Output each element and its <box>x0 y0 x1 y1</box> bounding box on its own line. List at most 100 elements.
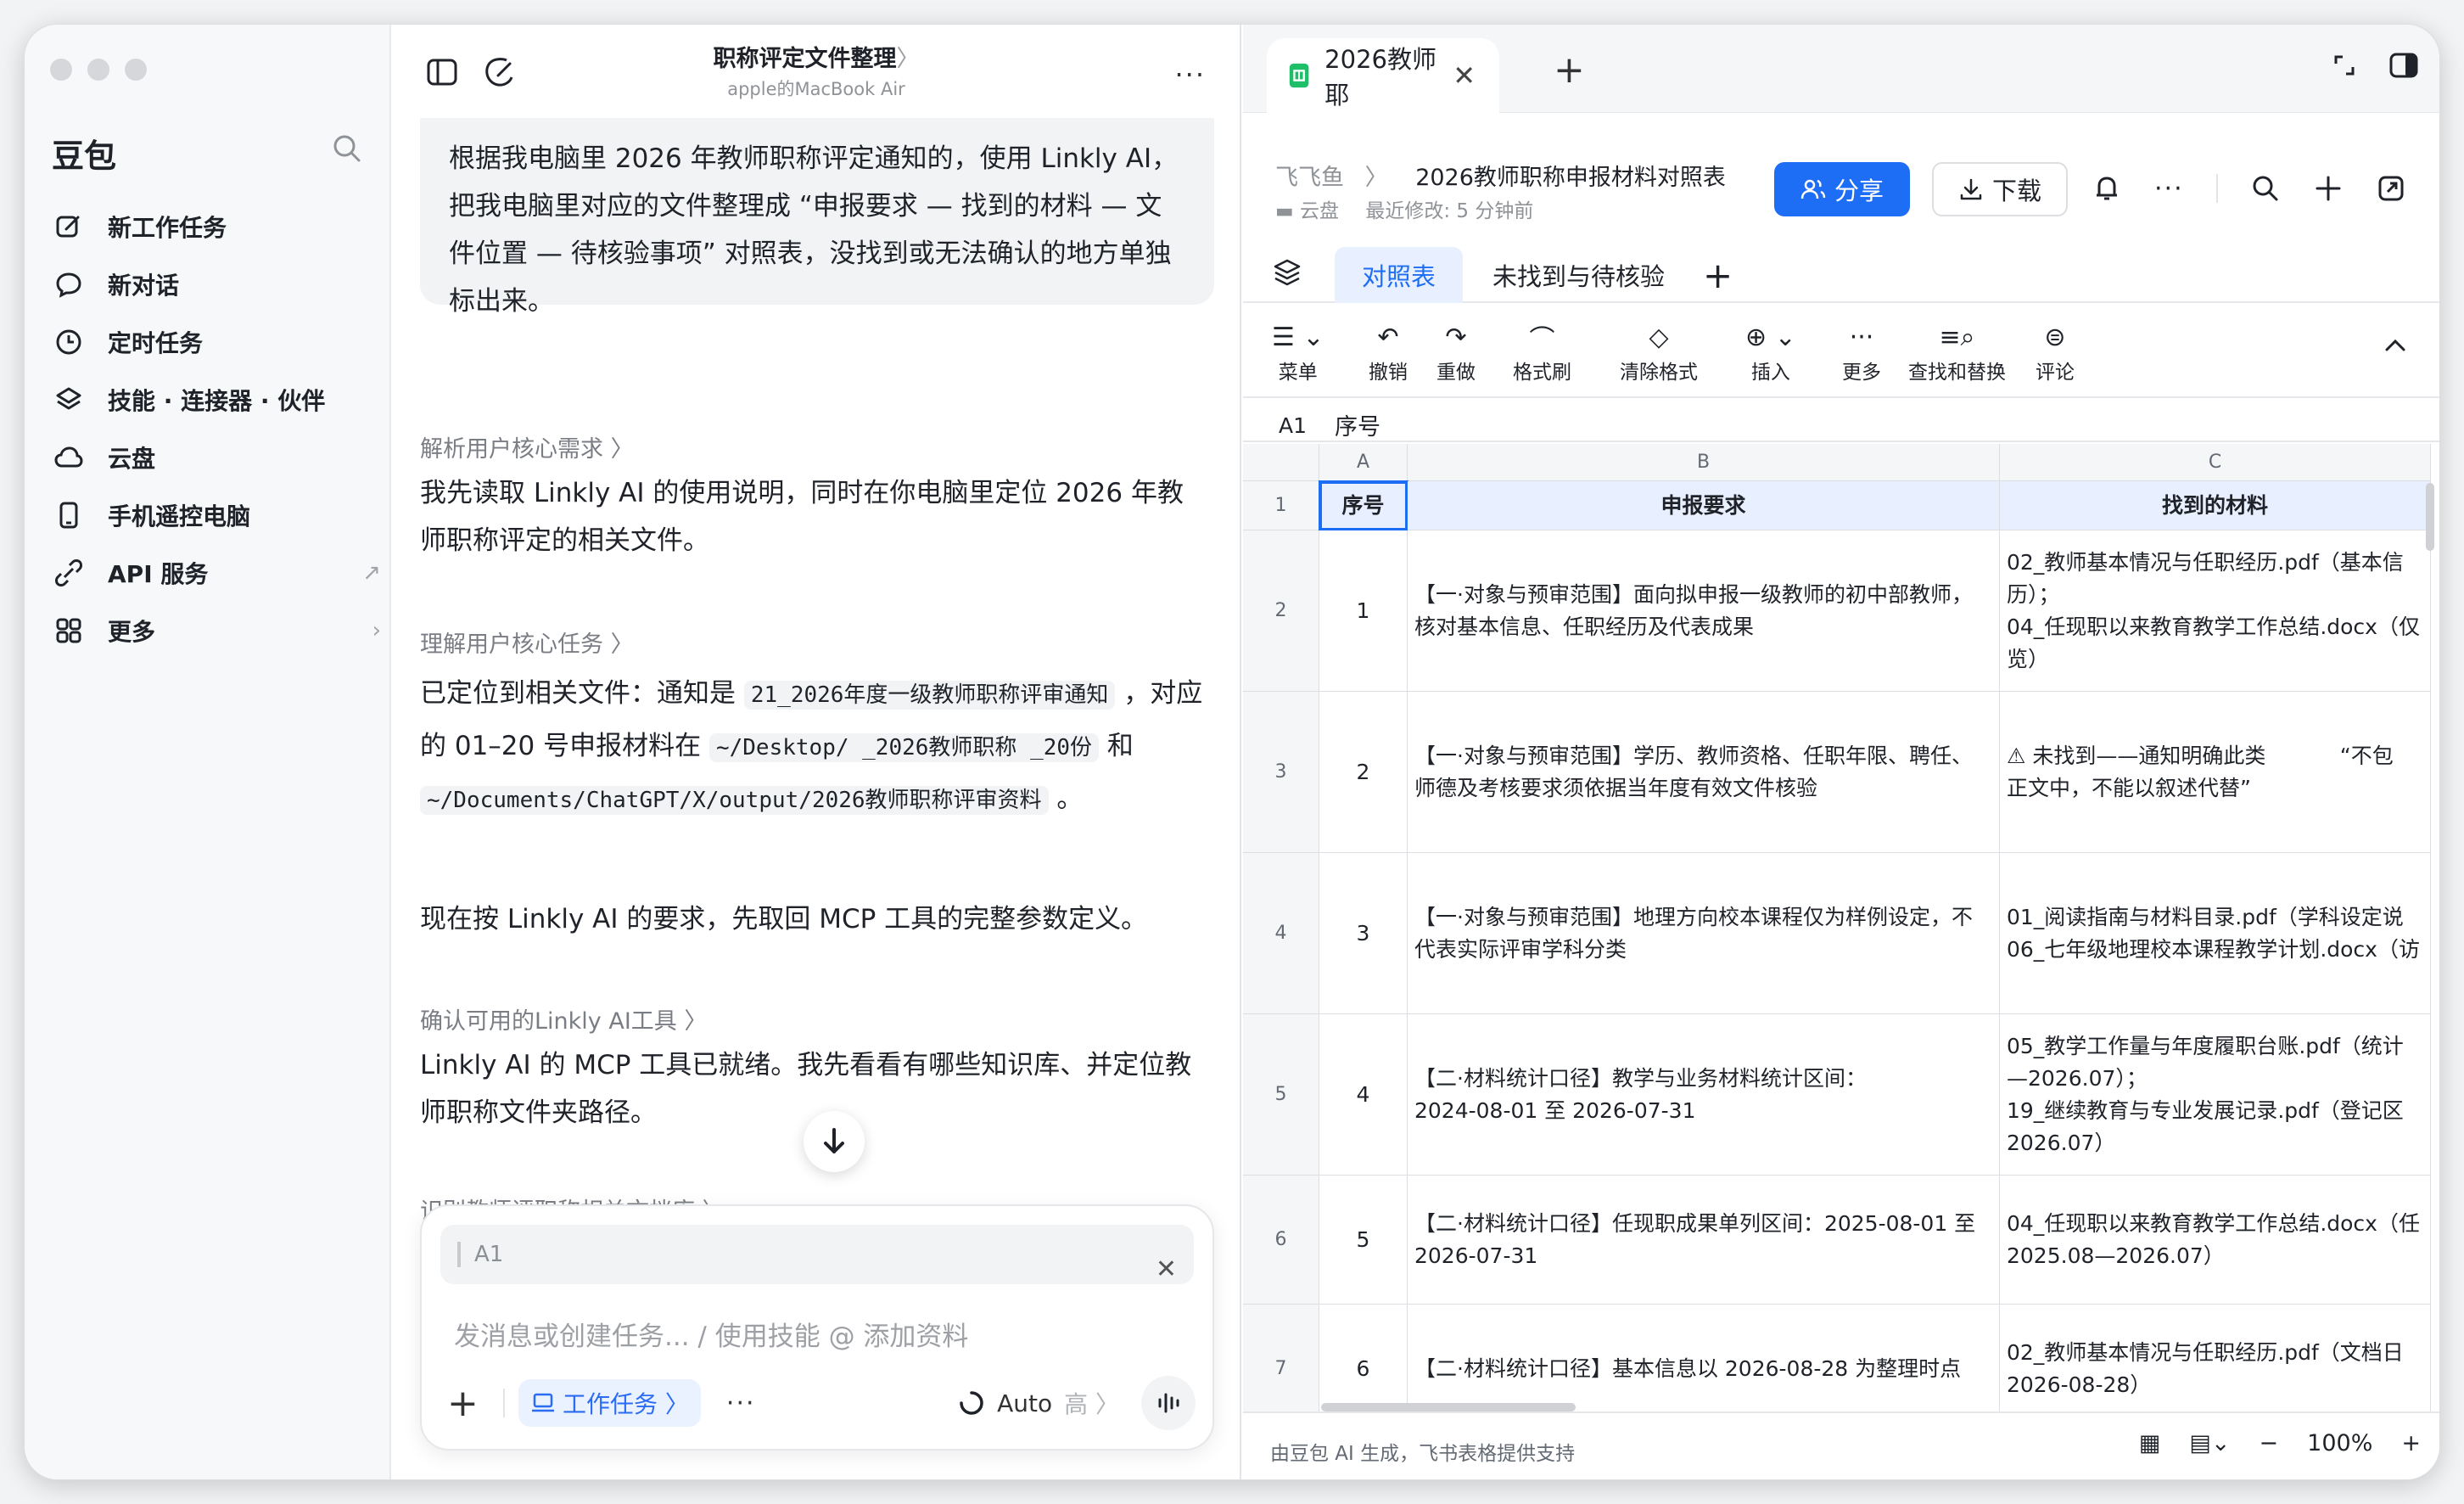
table-cell-material[interactable]: 02_教师基本情况与任职经历.pdf（基本信 历）； 04_任现职以来教育教学工… <box>2000 530 2431 692</box>
table-cell-material[interactable]: 02_教师基本情况与任职经历.pdf（文档日 2026-08-28） <box>2000 1305 2431 1411</box>
header-cell[interactable]: 申报要求 <box>1408 481 2000 530</box>
bell-icon[interactable] <box>2092 172 2122 205</box>
undo-button[interactable]: ↶ 撤销 <box>1369 318 1408 384</box>
format-painter-button[interactable]: ⌒ 格式刷 <box>1513 318 1571 384</box>
header-cell[interactable]: 找到的材料 <box>2000 481 2431 530</box>
formula-bar: A1 序号 <box>1243 400 2439 442</box>
select-all-corner[interactable] <box>1243 444 1319 481</box>
row-header[interactable]: 4 <box>1243 853 1319 1014</box>
reasoning-step[interactable]: 解析用户核心需求 〉 <box>420 430 634 463</box>
minimize-window-button[interactable] <box>87 59 109 81</box>
column-header[interactable]: A <box>1319 444 1408 481</box>
sidebar-item-new-chat[interactable]: 新对话 <box>50 255 381 313</box>
share-button[interactable]: 分享 <box>1774 162 1910 216</box>
reasoning-step[interactable]: 理解用户核心任务 〉 <box>420 626 634 659</box>
table-cell-requirement[interactable]: 【二·材料统计口径】任现职成果单列区间：2025-08-01 至 2026-07… <box>1408 1176 2000 1305</box>
download-button[interactable]: 下载 <box>1932 162 2068 216</box>
sidebar-item-scheduled[interactable]: 定时任务 <box>50 313 381 371</box>
sheets-menu-icon[interactable] <box>1272 257 1302 288</box>
table-cell-index[interactable]: 4 <box>1319 1014 1408 1176</box>
vertical-scrollbar[interactable] <box>2426 483 2434 551</box>
add-sheet-button[interactable]: + <box>1676 247 1760 303</box>
document-tab[interactable]: 2026教师耶 ✕ <box>1267 38 1499 113</box>
row-header[interactable]: 6 <box>1243 1176 1319 1305</box>
close-tab-icon[interactable]: ✕ <box>1453 59 1476 92</box>
table-cell-requirement[interactable]: 【一·对象与预审范围】学历、教师资格、任职年限、聘任、师德及考核要求须依据当年度… <box>1408 692 2000 853</box>
status-bar: 由豆包 AI 生成，飞书表格提供支持 ▦ ▤⌄ − 100% + <box>1243 1411 2439 1479</box>
composer-toolbar: + 工作任务 〉 ··· Auto 高 〉 <box>447 1376 1196 1430</box>
table-cell-material[interactable]: 04_任现职以来教育教学工作总结.docx（任 2025.08—2026.07） <box>2000 1176 2431 1305</box>
row-header[interactable]: 7 <box>1243 1305 1319 1411</box>
find-replace-button[interactable]: ≡⌕ 查找和替换 <box>1908 318 2006 384</box>
clear-format-button[interactable]: ◇ 清除格式 <box>1620 318 1698 384</box>
model-selector[interactable]: Auto 高 〉 <box>958 1386 1119 1420</box>
search-icon[interactable] <box>330 132 364 166</box>
row-header[interactable]: 1 <box>1243 481 1319 530</box>
grid-view-icon[interactable]: ▦ <box>2139 1430 2161 1456</box>
sidebar-item-more[interactable]: 更多 › <box>50 602 381 659</box>
sheet-tab-pending[interactable]: 未找到与待核验 <box>1465 247 1692 303</box>
more-options-button[interactable]: ··· <box>726 1389 756 1418</box>
freeze-icon[interactable]: ▤⌄ <box>2189 1430 2230 1456</box>
message-composer: A1 ✕ 发消息或创建任务... / 使用技能 @ 添加资料 + 工作任务 〉 ·… <box>420 1204 1214 1451</box>
sidebar-item-phone-remote[interactable]: 手机遥控电脑 <box>50 486 381 544</box>
expand-icon[interactable] <box>2327 48 2361 82</box>
sidebar-item-cloud[interactable]: 云盘 <box>50 429 381 486</box>
more-icon[interactable]: ··· <box>2154 174 2184 204</box>
tab-bar-actions <box>2327 48 2421 82</box>
horizontal-scrollbar[interactable] <box>1321 1403 1576 1411</box>
work-task-toggle[interactable]: 工作任务 〉 <box>518 1379 701 1427</box>
message-input[interactable]: 发消息或创建任务... / 使用技能 @ 添加资料 <box>454 1315 968 1353</box>
row-header[interactable]: 2 <box>1243 530 1319 692</box>
table-cell-material[interactable]: ⚠ 未找到——通知明确此类 “不包 正文中，不能以叙述代替” <box>2000 692 2431 853</box>
spreadsheet-grid: A B C 1 序号 申报要求 找到的材料 2 1 【一·对象与预审范围】面向拟申报… <box>1243 444 2431 1411</box>
sidebar-item-new-task[interactable]: 新工作任务 <box>50 198 381 255</box>
cell-address[interactable]: A1 <box>1272 410 1313 442</box>
table-cell-requirement[interactable]: 【一·对象与预审范围】地理方向校本课程仅为样例设定，不代表实际评审学科分类 <box>1408 853 2000 1014</box>
split-view-icon[interactable] <box>2387 48 2421 82</box>
column-header[interactable]: B <box>1408 444 2000 481</box>
add-icon[interactable] <box>2313 173 2344 204</box>
divider <box>503 1389 505 1417</box>
voice-input-button[interactable] <box>1141 1376 1196 1430</box>
table-cell-requirement[interactable]: 【二·材料统计口径】教学与业务材料统计区间： 2024-08-01 至 2026… <box>1408 1014 2000 1176</box>
table-cell-material[interactable]: 05_教学工作量与年度履职台账.pdf（统计 —2026.07）； 19_继续教… <box>2000 1014 2431 1176</box>
close-window-button[interactable] <box>50 59 72 81</box>
menu-button[interactable]: ☰ ⌄ 菜单 <box>1272 318 1324 384</box>
table-cell-index[interactable]: 3 <box>1319 853 1408 1014</box>
sidebar-item-api[interactable]: API 服务 ↗ <box>50 544 381 602</box>
zoom-window-button[interactable] <box>125 59 147 81</box>
table-cell-requirement[interactable]: 【一·对象与预审范围】面向拟申报一级教师的初中部教师，核对基本信息、任职经历及代… <box>1408 530 2000 692</box>
new-tab-button[interactable]: + <box>1554 48 1585 92</box>
reasoning-step[interactable]: 确认可用的Linkly AI工具 〉 <box>420 1002 707 1035</box>
table-cell-index[interactable]: 6 <box>1319 1305 1408 1411</box>
table-cell-requirement[interactable]: 【二·材料统计口径】基本信息以 2026-08-28 为整理时点 <box>1408 1305 2000 1411</box>
search-icon[interactable] <box>2250 173 2281 204</box>
row-header[interactable]: 5 <box>1243 1014 1319 1176</box>
table-cell-material[interactable]: 01_阅读指南与材料目录.pdf（学科设定说 06_七年级地理校本课程教学计划.… <box>2000 853 2431 1014</box>
more-tools-button[interactable]: ··· 更多 <box>1842 318 1881 384</box>
sheet-tab-comparison[interactable]: 对照表 <box>1335 247 1464 303</box>
open-external-icon[interactable] <box>2376 173 2406 204</box>
loading-spinner-icon <box>960 1391 983 1415</box>
zoom-in-button[interactable]: + <box>2401 1430 2421 1456</box>
row-header[interactable]: 3 <box>1243 692 1319 853</box>
table-cell-index[interactable]: 2 <box>1319 692 1408 853</box>
redo-button[interactable]: ↷ 重做 <box>1436 318 1476 384</box>
formula-input[interactable]: 序号 <box>1335 408 1380 441</box>
sidebar-item-skills[interactable]: 技能 · 连接器 · 伙伴 <box>50 371 381 429</box>
insert-button[interactable]: ⊕ ⌄ 插入 <box>1745 318 1796 384</box>
table-cell-index[interactable]: 5 <box>1319 1176 1408 1305</box>
table-cell-index[interactable]: 1 <box>1319 530 1408 692</box>
more-button[interactable]: ··· <box>1174 59 1206 91</box>
zoom-out-button[interactable]: − <box>2260 1430 2279 1456</box>
add-attachment-button[interactable]: + <box>447 1382 490 1425</box>
scroll-to-bottom-button[interactable] <box>804 1111 865 1172</box>
close-icon[interactable]: ✕ <box>1156 1240 1177 1299</box>
chat-title[interactable]: 职称评定文件整理〉 <box>393 40 1240 73</box>
header-cell[interactable]: 序号 <box>1319 480 1408 531</box>
chevron-up-icon[interactable] <box>2380 330 2411 361</box>
document-title[interactable]: 2026教师职称申报材料对照表 <box>1415 165 1726 191</box>
column-header[interactable]: C <box>2000 444 2431 481</box>
comment-button[interactable]: ⊜ 评论 <box>2036 318 2075 384</box>
